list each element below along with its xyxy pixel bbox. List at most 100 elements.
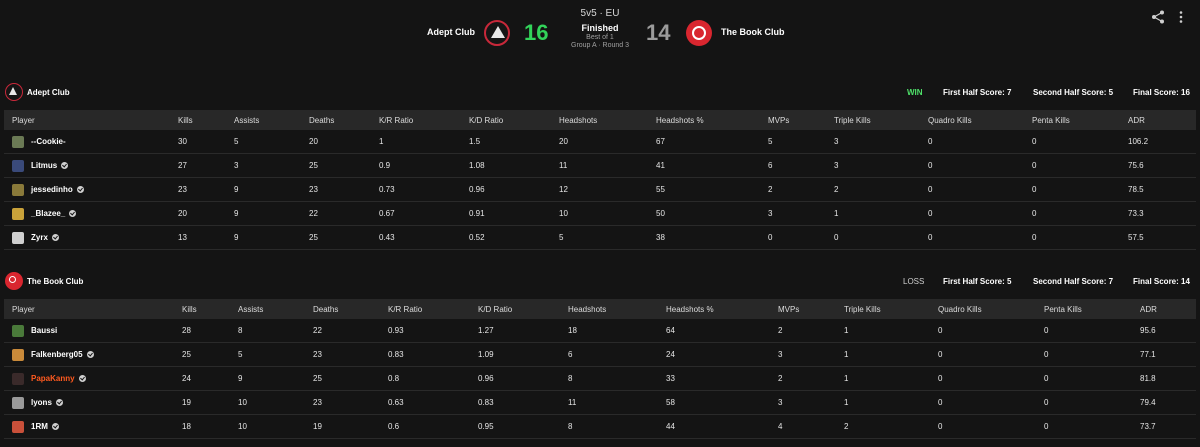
stat-cell: 2 xyxy=(778,319,844,343)
book-club-logo-icon xyxy=(5,272,23,290)
team-section-adept-club: Adept Club WIN First Half Score: 7 Secon… xyxy=(0,82,1200,252)
share-icon[interactable] xyxy=(1151,10,1165,24)
stat-cell: 0 xyxy=(938,390,1044,415)
adept-club-logo-icon[interactable] xyxy=(484,20,510,46)
player-name[interactable]: Baussi xyxy=(31,326,57,335)
stat-cell: 0.91 xyxy=(469,201,559,226)
player-name[interactable]: PapaKanny xyxy=(31,374,75,383)
stat-cell: 20 xyxy=(309,130,379,154)
team-result: WIN xyxy=(907,88,923,97)
player-cell: PapaKanny xyxy=(4,366,182,391)
stat-cell: 5 xyxy=(559,225,656,250)
stat-cell: 64 xyxy=(666,319,778,343)
stat-cell: 3 xyxy=(834,130,928,154)
stat-cell: 0 xyxy=(928,225,1032,250)
avatar[interactable] xyxy=(12,159,24,172)
team-left-name[interactable]: Adept Club xyxy=(427,27,475,37)
stat-cell: 1 xyxy=(379,130,469,154)
player-cell: Baussi xyxy=(4,319,182,343)
player-row: jessedinho 23 9 23 0.73 0.96 12 55 2 2 0 0 78.5 xyxy=(4,177,1196,202)
player-row: _Blazee_ 20 9 22 0.67 0.91 10 50 3 1 0 0 73.3 xyxy=(4,201,1196,226)
stat-cell: 0 xyxy=(938,319,1044,343)
player-name[interactable]: Zyrx xyxy=(31,233,48,242)
stat-cell: 41 xyxy=(656,153,768,178)
stat-cell: 10 xyxy=(238,390,313,415)
stat-cell: 1 xyxy=(834,201,928,226)
stat-cell: 25 xyxy=(182,342,238,367)
avatar[interactable] xyxy=(12,135,24,148)
player-name[interactable]: jessedinho xyxy=(31,185,73,194)
stat-cell: 22 xyxy=(313,319,388,343)
player-cell: jessedinho xyxy=(4,177,178,202)
stat-cell: 106.2 xyxy=(1128,130,1196,154)
column-header: Deaths xyxy=(313,299,388,319)
player-cell: _Blazee_ xyxy=(4,201,178,226)
match-header: Adept Club 16 5v5 · EU Finished Best of … xyxy=(0,0,1200,66)
column-header: K/D Ratio xyxy=(478,299,568,319)
avatar[interactable] xyxy=(12,348,24,361)
stat-cell: 77.1 xyxy=(1140,342,1196,367)
player-name[interactable]: Litmus xyxy=(31,161,57,170)
avatar[interactable] xyxy=(12,231,24,244)
team-section-book-club: The Book Club LOSS First Half Score: 5 S… xyxy=(0,271,1200,447)
avatar[interactable] xyxy=(12,396,24,409)
player-row: Falkenberg05 25 5 23 0.83 1.09 6 24 3 1 0 0 77.1 xyxy=(4,342,1196,367)
stat-cell: 11 xyxy=(568,390,666,415)
stat-cell: 78.5 xyxy=(1128,177,1196,202)
stat-cell: 0.6 xyxy=(388,414,478,439)
avatar[interactable] xyxy=(12,207,24,220)
stat-cell: 0 xyxy=(928,153,1032,178)
player-name[interactable]: --Cookie- xyxy=(31,137,66,146)
stat-cell: 2 xyxy=(778,366,844,391)
player-name[interactable]: lyons xyxy=(31,398,52,407)
best-of: Best of 1 xyxy=(586,34,614,41)
stat-cell: 1.08 xyxy=(469,153,559,178)
column-header: Quadro Kills xyxy=(928,110,1032,130)
column-header: Headshots % xyxy=(656,110,768,130)
stat-cell: 12 xyxy=(559,177,656,202)
round-info: Group A · Round 3 xyxy=(571,42,629,49)
player-name[interactable]: 1RM xyxy=(31,422,48,431)
player-cell: lyons xyxy=(4,390,182,415)
column-header: Assists xyxy=(234,110,309,130)
stat-cell: 23 xyxy=(313,342,388,367)
column-header: K/R Ratio xyxy=(379,110,469,130)
score-right: 14 xyxy=(646,20,671,45)
avatar[interactable] xyxy=(12,372,24,385)
more-vertical-icon[interactable] xyxy=(1176,10,1186,24)
stat-cell: 23 xyxy=(313,390,388,415)
stat-cell: 0 xyxy=(1044,414,1140,439)
match-info: 5v5 · EU Finished Best of 1 Group A · Ro… xyxy=(560,8,640,49)
verified-icon xyxy=(69,210,77,217)
stat-cell: 0 xyxy=(1044,366,1140,391)
stat-cell: 0 xyxy=(1032,130,1128,154)
team-right-name[interactable]: The Book Club xyxy=(721,27,785,37)
avatar[interactable] xyxy=(12,420,24,433)
column-header: K/D Ratio xyxy=(469,110,559,130)
stat-cell: 75.6 xyxy=(1128,153,1196,178)
column-header: MVPs xyxy=(778,299,844,319)
stats-table: Player Kills Assists Deaths K/R Ratio K/D Rat… xyxy=(4,110,1196,250)
stat-cell: 95.6 xyxy=(1140,319,1196,343)
team-name: Adept Club xyxy=(27,88,70,97)
stat-cell: 3 xyxy=(778,342,844,367)
stat-cell: 0.73 xyxy=(379,177,469,202)
avatar[interactable] xyxy=(12,324,24,337)
stat-cell: 0.96 xyxy=(469,177,559,202)
avatar[interactable] xyxy=(12,183,24,196)
stat-cell: 11 xyxy=(559,153,656,178)
stat-cell: 24 xyxy=(182,366,238,391)
stat-cell: 0.43 xyxy=(379,225,469,250)
column-header: ADR xyxy=(1140,299,1196,319)
stat-cell: 20 xyxy=(178,201,234,226)
book-club-logo-icon[interactable] xyxy=(686,20,712,46)
team-result: LOSS xyxy=(903,277,925,286)
player-name[interactable]: _Blazee_ xyxy=(31,209,65,218)
stat-cell: 57.5 xyxy=(1128,225,1196,250)
stat-cell: 1.5 xyxy=(469,130,559,154)
stat-cell: 81.8 xyxy=(1140,366,1196,391)
column-header: MVPs xyxy=(768,110,834,130)
stat-cell: 1.27 xyxy=(478,319,568,343)
column-header: Triple Kills xyxy=(834,110,928,130)
player-name[interactable]: Falkenberg05 xyxy=(31,350,83,359)
